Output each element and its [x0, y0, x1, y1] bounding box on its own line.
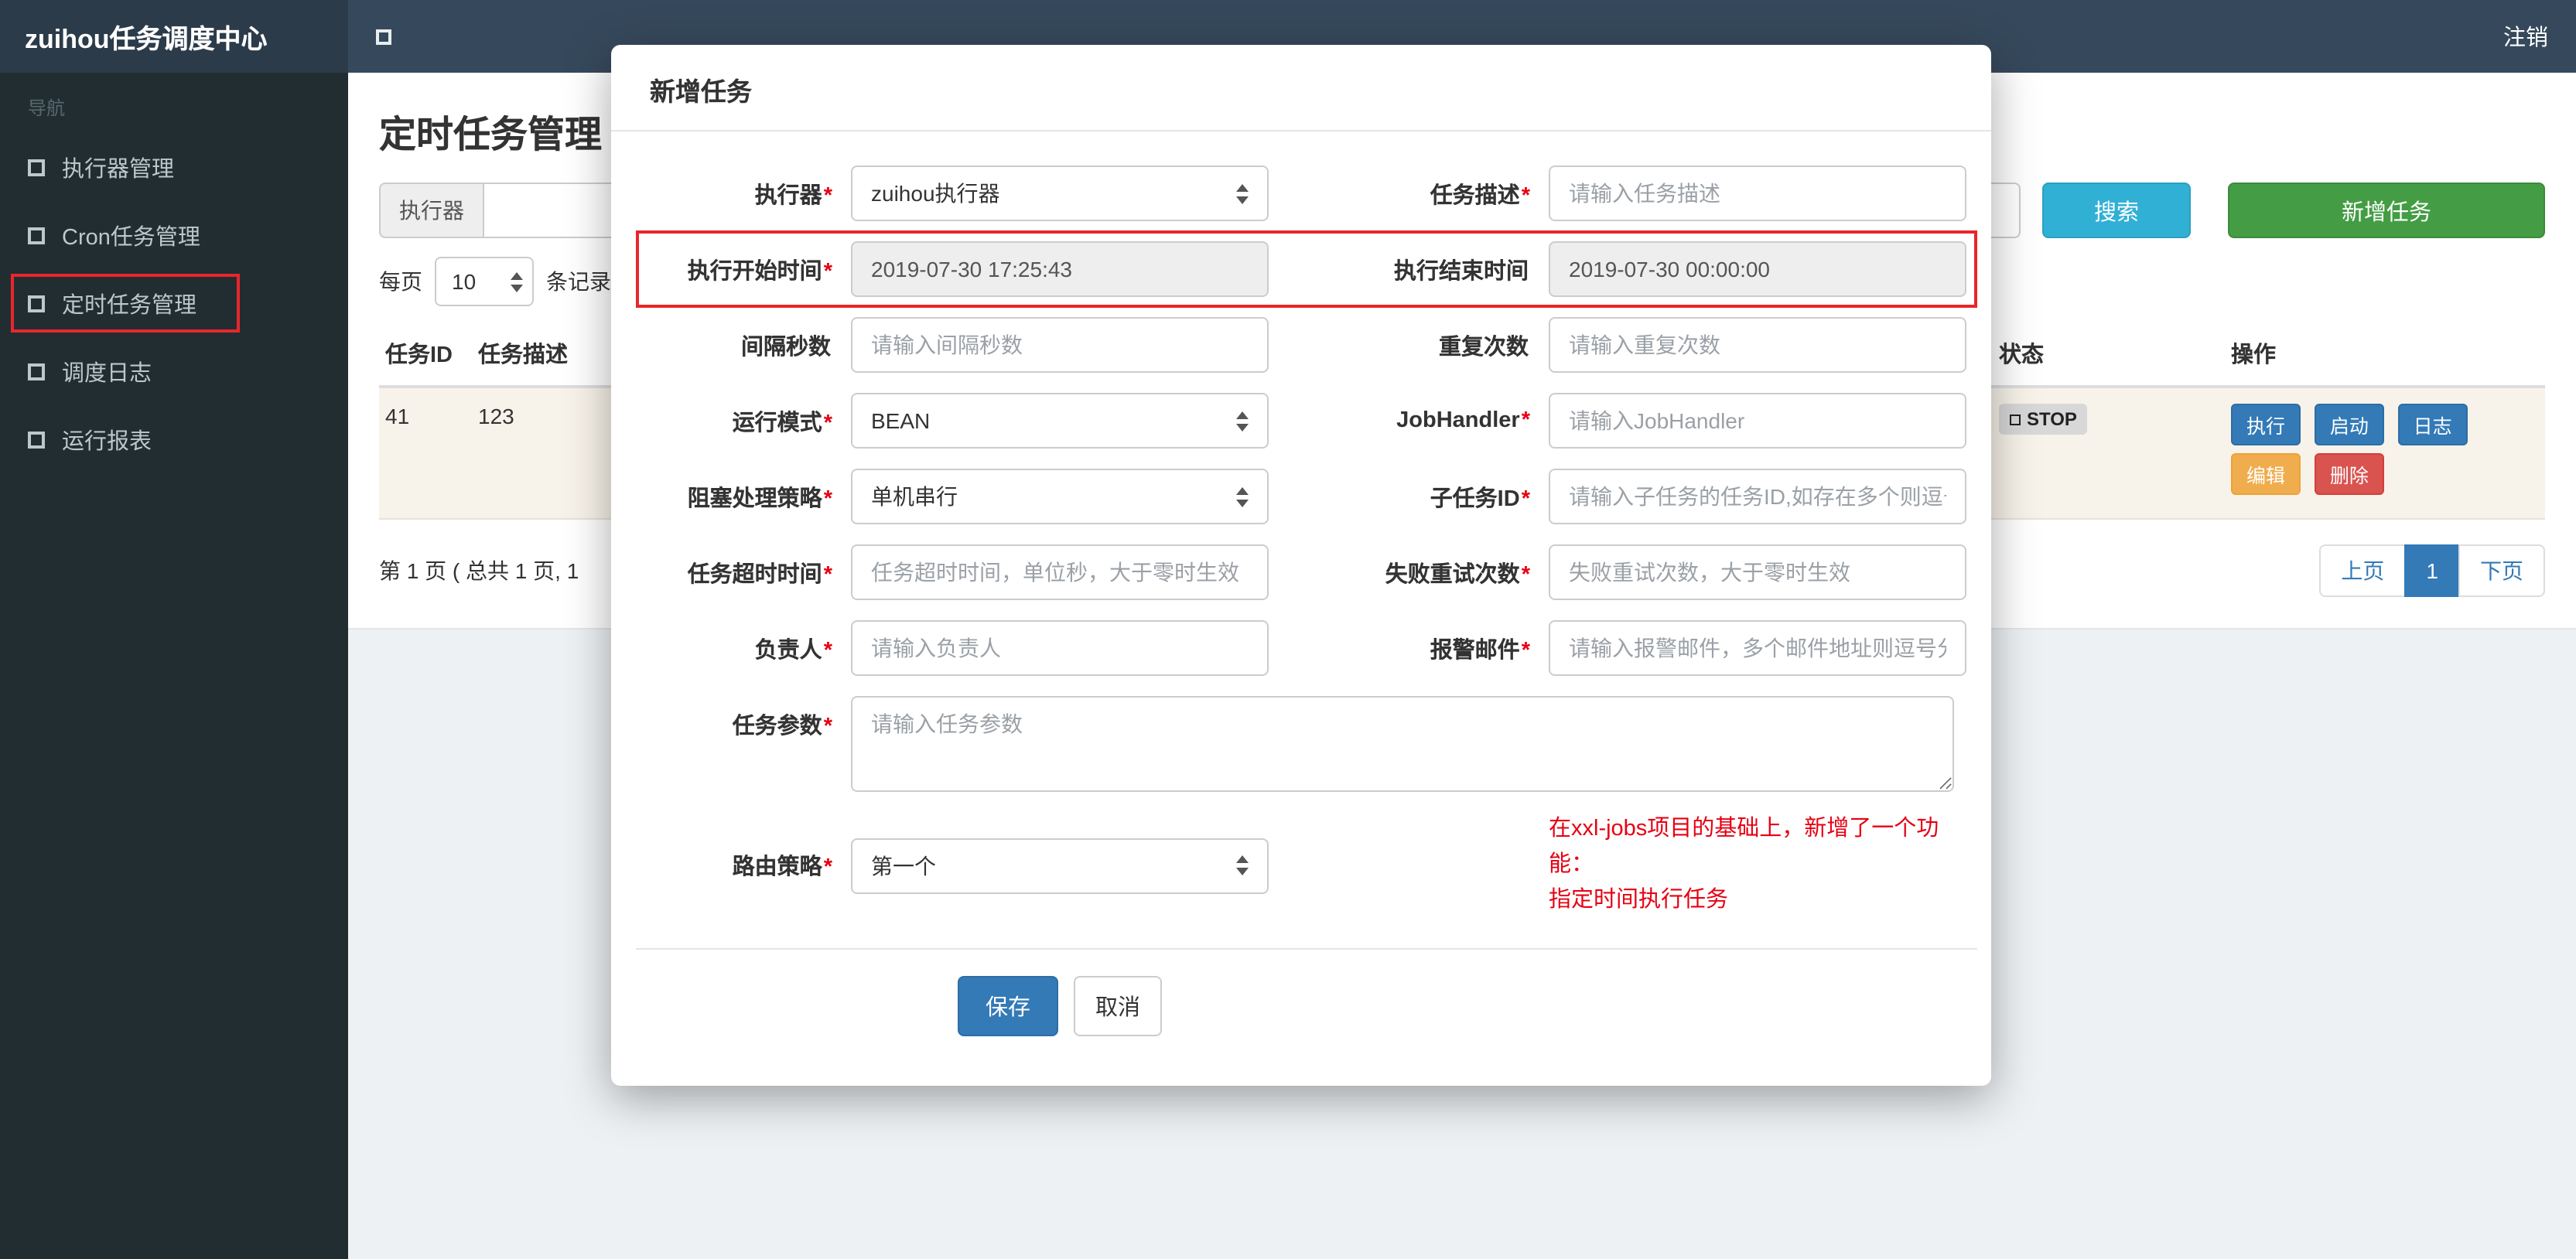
job-param-label: 任务参数 *	[732, 715, 832, 739]
sidebar-item-executor-manage[interactable]: 执行器管理	[0, 133, 348, 201]
cron-job-manage-icon	[28, 227, 45, 244]
sidebar: 导航 执行器管理 Cron任务管理 定时任务管理 调度日志 运行报表	[0, 73, 348, 1259]
repeat-count-label: 重复次数	[1439, 335, 1529, 360]
select-arrows-icon	[501, 271, 523, 292]
timeout-input[interactable]	[851, 544, 1269, 600]
block-strategy-label: 阻塞处理策略 *	[687, 486, 832, 511]
fail-retry-label: 失败重试次数 *	[1385, 562, 1530, 587]
header-operation: 操作	[2231, 343, 2276, 368]
time-range-row: 执行开始时间* 执行结束时间	[633, 230, 1977, 308]
app-root: zuihou任务调度中心 注销 导航 执行器管理 Cron任务管理 定时任务管理…	[0, 0, 2576, 1259]
pager: 上页 1 下页	[2319, 544, 2545, 597]
end-time-input[interactable]	[1549, 241, 1966, 297]
job-handler-label: JobHandler *	[1396, 408, 1530, 433]
header-job-id: 任务ID	[385, 343, 453, 368]
glue-type-label: 运行模式 *	[732, 411, 832, 435]
add-job-button[interactable]: 新增任务	[2228, 183, 2545, 238]
feature-note-line1: 在xxl-jobs项目的基础上，新增了一个功能：	[1549, 817, 1939, 878]
delete-button[interactable]: 删除	[2314, 453, 2384, 495]
route-strategy-select[interactable]: 第一个	[851, 838, 1269, 894]
executor-select[interactable]: zuihou执行器	[851, 165, 1269, 221]
sidebar-section-label: 导航	[28, 97, 66, 119]
owner-input[interactable]	[851, 620, 1269, 676]
child-job-label: 子任务ID *	[1430, 486, 1530, 511]
timeout-label: 任务超时时间 *	[687, 562, 832, 587]
cell-status: STOP	[1993, 388, 2225, 450]
run-report-icon	[28, 431, 45, 448]
sidebar-item-label: 运行报表	[62, 429, 152, 454]
timed-job-manage-icon	[28, 295, 45, 312]
cell-job-id: 41	[385, 404, 410, 428]
cell-operations: 执行 启动 日志 编辑 删除	[2225, 388, 2545, 518]
prev-page-button[interactable]: 上页	[2319, 544, 2407, 597]
header-status: 状态	[1999, 343, 2044, 368]
block-strategy-select-value: 单机串行	[871, 484, 958, 509]
modal-divider	[636, 947, 1977, 950]
start-time-label: 执行开始时间 *	[687, 259, 832, 284]
search-button[interactable]: 搜索	[2042, 183, 2191, 238]
feature-note: 在xxl-jobs项目的基础上，新增了一个功能： 指定时间执行任务	[1549, 812, 1954, 920]
next-page-button[interactable]: 下页	[2458, 544, 2545, 597]
status-text: STOP	[2027, 408, 2077, 430]
route-strategy-select-value: 第一个	[871, 853, 936, 879]
start-time-input[interactable]	[851, 241, 1269, 297]
stop-icon	[2010, 414, 2021, 425]
sidebar-toggle-icon[interactable]	[376, 29, 391, 44]
log-button[interactable]: 日志	[2397, 404, 2468, 445]
sidebar-item-dispatch-log[interactable]: 调度日志	[0, 337, 348, 405]
executor-select-value: zuihou执行器	[871, 181, 1000, 206]
save-button[interactable]: 保存	[958, 975, 1058, 1036]
per-page-prefix: 每页	[379, 269, 422, 294]
repeat-count-input[interactable]	[1549, 317, 1966, 373]
sidebar-item-label: 定时任务管理	[62, 293, 196, 318]
select-arrows-icon	[1227, 411, 1249, 431]
per-page-select[interactable]: 10	[435, 257, 534, 306]
block-strategy-select[interactable]: 单机串行	[851, 469, 1269, 524]
sidebar-item-label: 执行器管理	[62, 157, 174, 182]
job-desc-label: 任务描述 *	[1430, 183, 1530, 208]
sidebar-item-label: 调度日志	[62, 361, 152, 386]
fail-retry-input[interactable]	[1549, 544, 1966, 600]
status-badge: STOP	[1999, 404, 2088, 435]
select-arrows-icon	[1227, 183, 1249, 203]
job-param-textarea[interactable]	[851, 696, 1954, 792]
sidebar-item-run-report[interactable]: 运行报表	[0, 405, 348, 473]
child-job-input[interactable]	[1549, 469, 1966, 524]
pagination-summary: 第 1 页 ( 总共 1 页, 1	[379, 558, 579, 583]
run-button[interactable]: 执行	[2231, 404, 2301, 445]
edit-button[interactable]: 编辑	[2231, 453, 2301, 495]
executor-manage-icon	[28, 159, 45, 176]
interval-label: 间隔秒数	[741, 335, 831, 360]
page-1-button[interactable]: 1	[2404, 544, 2460, 597]
add-job-modal: 新增任务 执行器* zuihou执行器 任务描述* 执行开始时间* 执行结束时间…	[611, 45, 1991, 1086]
modal-body: 执行器* zuihou执行器 任务描述* 执行开始时间* 执行结束时间 间隔秒数…	[611, 131, 1991, 1082]
job-desc-input[interactable]	[1549, 165, 1966, 221]
select-arrows-icon	[1227, 486, 1249, 507]
sidebar-item-timed-job-manage[interactable]: 定时任务管理	[0, 269, 348, 337]
cancel-button[interactable]: 取消	[1074, 975, 1162, 1036]
brand-title: zuihou任务调度中心	[0, 0, 348, 73]
per-page-value: 10	[452, 269, 477, 294]
alarm-email-input[interactable]	[1549, 620, 1966, 676]
feature-note-line2: 指定时间执行任务	[1549, 888, 1728, 913]
per-page-suffix: 条记录	[546, 269, 611, 294]
modal-title: 新增任务	[611, 45, 1991, 131]
sidebar-item-label: Cron任务管理	[62, 225, 200, 250]
interval-input[interactable]	[851, 317, 1269, 373]
dispatch-log-icon	[28, 363, 45, 380]
logout-link[interactable]: 注销	[2503, 20, 2548, 53]
glue-type-select-value: BEAN	[871, 408, 931, 433]
executor-filter-label: 执行器	[379, 183, 483, 238]
sidebar-item-cron-job-manage[interactable]: Cron任务管理	[0, 201, 348, 269]
modal-footer: 保存 取消	[851, 949, 1269, 1082]
route-strategy-label: 路由策略 *	[732, 855, 832, 881]
select-arrows-icon	[1227, 855, 1249, 876]
start-button[interactable]: 启动	[2314, 404, 2384, 445]
end-time-label: 执行结束时间	[1394, 259, 1529, 284]
owner-label: 负责人 *	[754, 638, 832, 663]
alarm-email-label: 报警邮件 *	[1430, 638, 1530, 663]
job-handler-input[interactable]	[1549, 393, 1966, 449]
glue-type-select[interactable]: BEAN	[851, 393, 1269, 449]
executor-label: 执行器 *	[754, 183, 832, 208]
